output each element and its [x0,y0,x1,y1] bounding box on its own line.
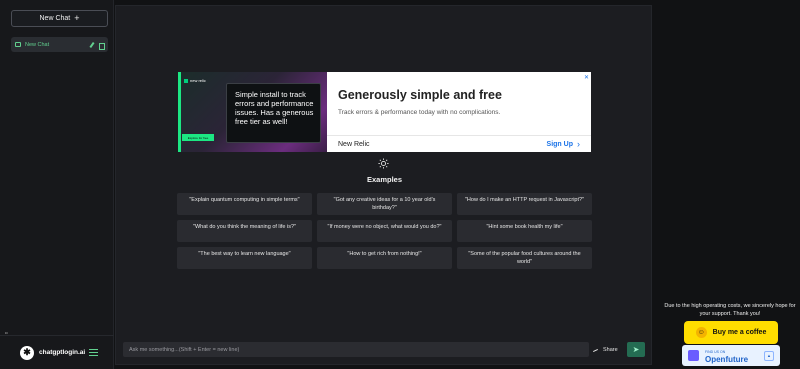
example-card[interactable]: "Some of the popular food cultures aroun… [457,247,592,269]
ad-image[interactable]: new relic Simple install to track errors… [178,72,327,152]
coffee-icon: ☺ [695,327,707,338]
ad-close-icon[interactable]: ✕ [584,74,589,81]
buy-me-a-coffee-button[interactable]: ☺ Buy me a coffee [684,321,778,344]
coffee-label: Buy me a coffee [712,329,767,336]
openfuture-name: Openfuture [705,354,749,364]
share-button[interactable]: Share [593,342,623,357]
ad-subtext: Track errors & performance today with no… [338,109,501,116]
message-input[interactable] [129,346,583,353]
send-button[interactable]: ➤ [627,342,645,357]
ad-signup-link[interactable]: Sign Up [547,141,573,148]
support-message: Due to the high operating costs, we sinc… [664,303,796,317]
new-chat-label: New Chat [39,15,71,22]
edit-icon[interactable] [89,42,95,48]
example-card[interactable]: "What do you think the meaning of life i… [177,220,312,242]
ad-banner[interactable]: new relic Simple install to track errors… [178,72,591,152]
sidebar-chat-label: New Chat [25,41,50,48]
message-input-wrapper[interactable] [123,342,589,357]
openfuture-rank-icon: ▲ [764,350,774,361]
openfuture-text: FIND US ON Openfuture [705,349,749,364]
sun-icon [378,158,389,169]
send-icon: ➤ [632,345,640,354]
example-card[interactable]: "Got any creative ideas for a 10 year ol… [317,193,452,215]
examples-grid: "Explain quantum computing in simple ter… [177,193,592,269]
ad-image-screen: Simple install to track errors and perfo… [226,83,321,143]
openfuture-badge[interactable]: FIND US ON Openfuture ▲ [682,345,780,366]
plus-icon: + [74,13,80,23]
chevron-right-icon[interactable]: › [577,139,580,149]
chat-bubble-icon [15,42,21,47]
example-card[interactable]: "How to get rich from nothing!" [317,247,452,269]
trash-icon[interactable] [98,42,105,50]
sidebar-footer: ✱ chatgptlogin.ai [0,335,114,369]
sidebar: New Chat + New Chat ✱ chatgptlogin.ai [0,0,114,369]
chat-item-actions [89,42,105,50]
ad-image-logo: new relic [184,78,206,83]
example-card[interactable]: "The best way to learn new language" [177,247,312,269]
new-chat-button[interactable]: New Chat + [11,10,108,27]
ad-copy[interactable]: ✕ Generously simple and free Track error… [327,72,591,152]
ad-advertiser: New Relic [338,140,370,148]
share-label: Share [603,346,618,353]
ad-headline: Generously simple and free [338,88,502,102]
examples-title: Examples [366,175,403,184]
share-icon [593,347,600,353]
ad-image-accent [178,72,181,152]
example-card[interactable]: "How do I make an HTTP request in Javasc… [457,193,592,215]
ad-image-cta[interactable]: Explore for free [182,134,214,141]
resize-handle[interactable]: •• [5,330,8,335]
example-card[interactable]: "If money were no object, what would you… [317,220,452,242]
example-card[interactable]: "Hint some book health my life" [457,220,592,242]
main-panel: new relic Simple install to track errors… [115,5,652,365]
openfuture-logo-icon [688,350,699,361]
ad-image-text: Simple install to track errors and perfo… [235,90,314,126]
example-card[interactable]: "Explain quantum computing in simple ter… [177,193,312,215]
sidebar-chat-item[interactable]: New Chat [11,37,108,52]
brand-logo-icon: ✱ [20,345,34,360]
ad-footer: New Relic Sign Up › [327,135,591,152]
brand-name: chatgptlogin.ai [39,349,86,356]
menu-icon[interactable] [89,349,98,356]
